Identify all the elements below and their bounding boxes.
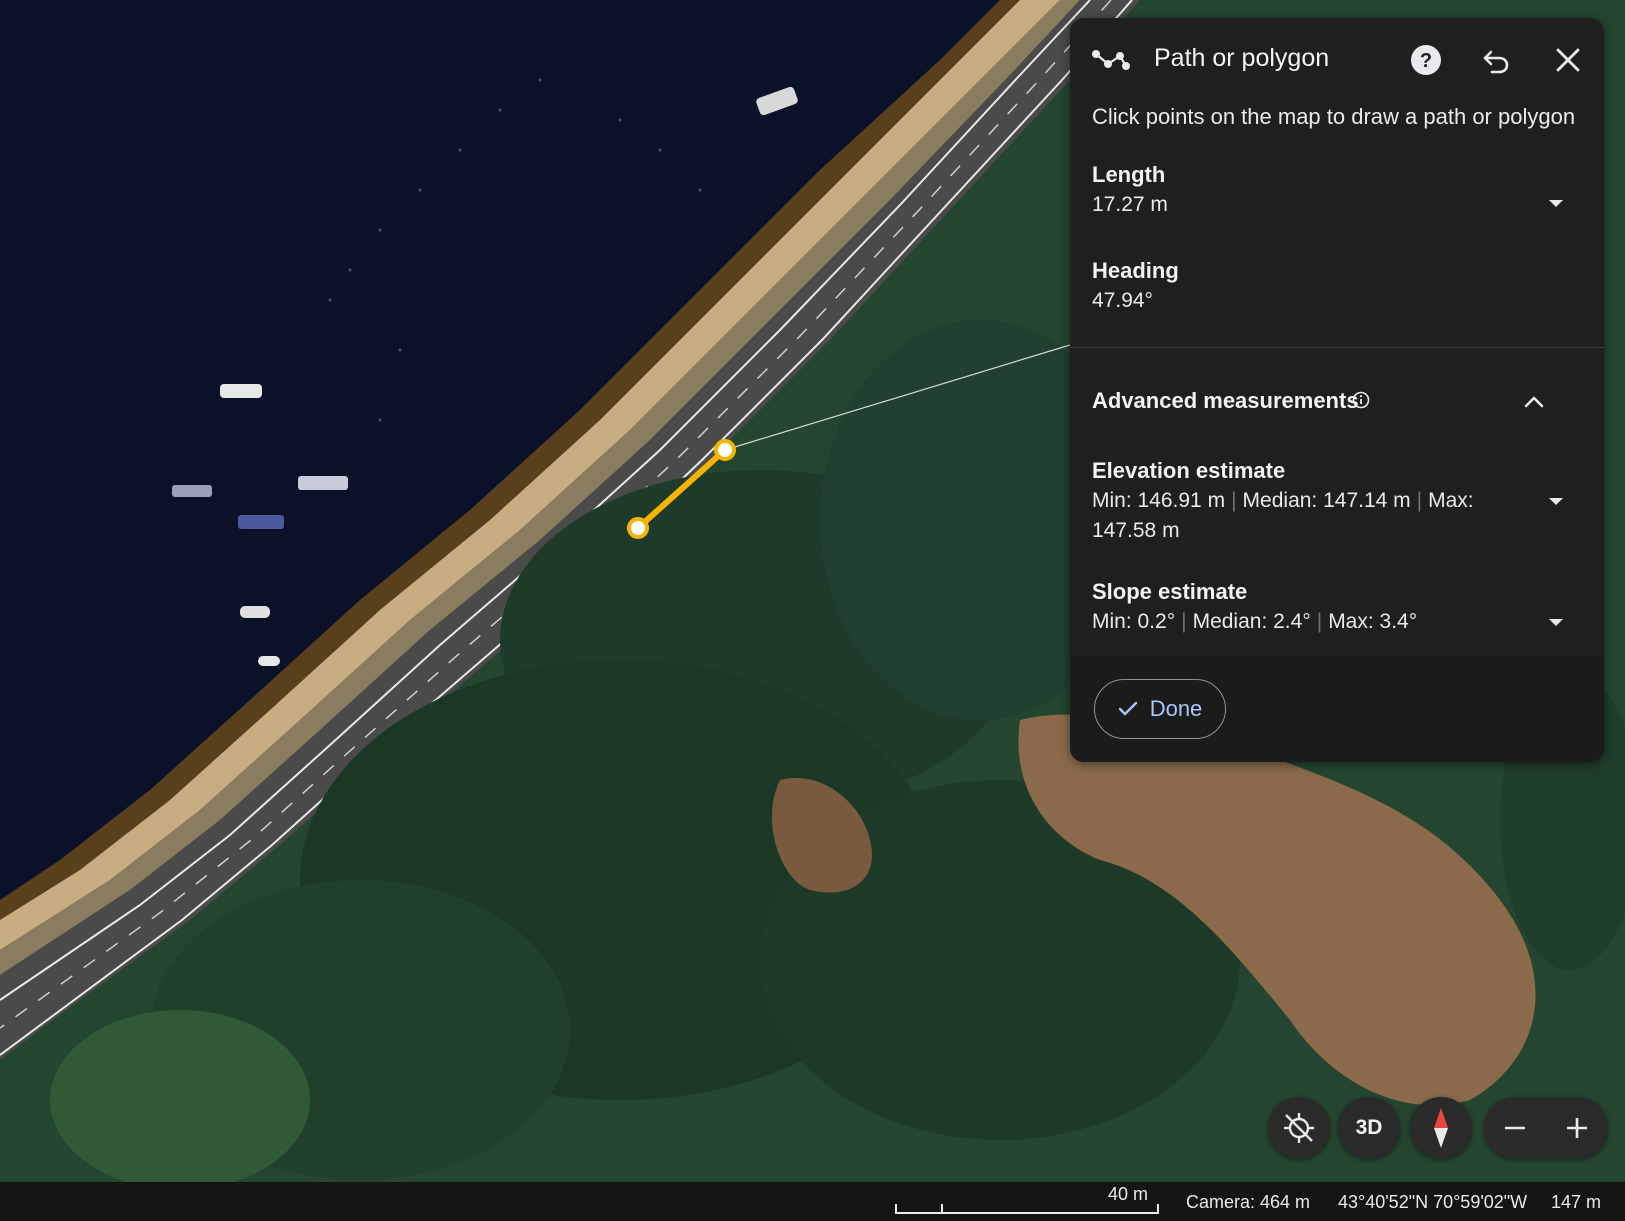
scale-label: 40 m	[1108, 1184, 1149, 1204]
slope-values: Min: 0.2° | Median: 2.4° | Max: 3.4°	[1092, 607, 1582, 637]
elevation-label: Elevation estimate	[1092, 458, 1286, 483]
elevation-max-value: 147.58 m	[1092, 519, 1180, 542]
chevron-down-icon[interactable]	[1549, 619, 1563, 626]
close-button[interactable]	[1548, 40, 1588, 80]
length-row[interactable]: Length 17.27 m	[1092, 160, 1582, 220]
elevation-values: Min: 146.91 m | Median: 147.14 m | Max: 147.…	[1092, 486, 1502, 546]
camera-altitude: Camera: 464 m	[1186, 1192, 1311, 1212]
done-label: Done	[1149, 696, 1203, 721]
scale-bar	[895, 1204, 1159, 1214]
slope-min: Min: 0.2°	[1092, 610, 1176, 633]
heading-label: Heading	[1092, 258, 1179, 283]
path-point-start[interactable]	[627, 517, 649, 539]
svg-text:?: ?	[1420, 50, 1432, 72]
path-point-end[interactable]	[714, 439, 736, 461]
panel-divider	[1070, 347, 1604, 348]
zoom-in-icon	[1567, 1118, 1587, 1138]
status-bar: 40 m Camera: 464 m 43°40'52"N 70°59'02"W…	[0, 1182, 1625, 1221]
advanced-measurements-label: Advanced measurements	[1092, 388, 1359, 413]
3d-toggle-button[interactable]: 3D	[1338, 1097, 1400, 1159]
slope-max: Max: 3.4°	[1328, 610, 1418, 633]
length-label: Length	[1092, 162, 1166, 187]
panel-title: Path or polygon	[1154, 44, 1330, 72]
zoom-controls	[1484, 1097, 1608, 1159]
check-icon	[1118, 701, 1137, 716]
undo-icon	[1483, 50, 1509, 74]
path-icon	[1092, 50, 1130, 70]
help-icon: ?	[1411, 45, 1441, 75]
elevation-row[interactable]: Elevation estimate Min: 146.91 m | Median:…	[1092, 456, 1502, 546]
zoom-out-icon	[1505, 1126, 1525, 1130]
elevation-median: Median: 147.14 m	[1242, 489, 1411, 512]
panel-header: Path or polygon ?	[1070, 18, 1604, 102]
zoom-in-button[interactable]	[1546, 1097, 1608, 1159]
slope-median: Median: 2.4°	[1192, 610, 1311, 633]
info-icon[interactable]	[1352, 391, 1370, 409]
elevation-min: Min: 146.91 m	[1092, 489, 1226, 512]
help-button[interactable]: ?	[1406, 40, 1446, 80]
done-button[interactable]: Done	[1094, 679, 1226, 739]
advanced-collapse-button[interactable]	[1514, 382, 1554, 422]
zoom-out-button[interactable]	[1484, 1097, 1546, 1159]
ground-elevation: 147 m	[1551, 1192, 1602, 1212]
heading-row: Heading 47.94°	[1092, 256, 1582, 316]
path-polygon-panel: Path or polygon ? Click points on the ma…	[1070, 18, 1604, 762]
panel-instructions: Click points on the map to draw a path o…	[1092, 104, 1576, 129]
separator: |	[1416, 489, 1423, 512]
elevation-max-label: Max:	[1428, 489, 1474, 512]
slope-row[interactable]: Slope estimate Min: 0.2° | Median: 2.4° | Ma…	[1092, 577, 1582, 637]
separator: |	[1316, 610, 1323, 633]
panel-footer: Done	[1070, 655, 1604, 762]
heading-value: 47.94°	[1092, 289, 1153, 312]
chevron-up-icon	[1524, 396, 1544, 408]
compass-icon	[1434, 1108, 1448, 1148]
length-value: 17.27 m	[1092, 193, 1168, 216]
separator: |	[1231, 489, 1237, 512]
undo-button[interactable]	[1476, 40, 1516, 80]
location-button[interactable]	[1268, 1097, 1330, 1159]
chevron-down-icon[interactable]	[1549, 498, 1563, 505]
location-off-icon	[1284, 1113, 1314, 1143]
separator: |	[1181, 610, 1187, 633]
cursor-coordinates: 43°40'52"N 70°59'02"W	[1338, 1192, 1528, 1212]
slope-label: Slope estimate	[1092, 579, 1248, 604]
chevron-down-icon[interactable]	[1549, 200, 1563, 207]
close-icon	[1556, 48, 1580, 72]
compass-button[interactable]	[1410, 1097, 1472, 1159]
